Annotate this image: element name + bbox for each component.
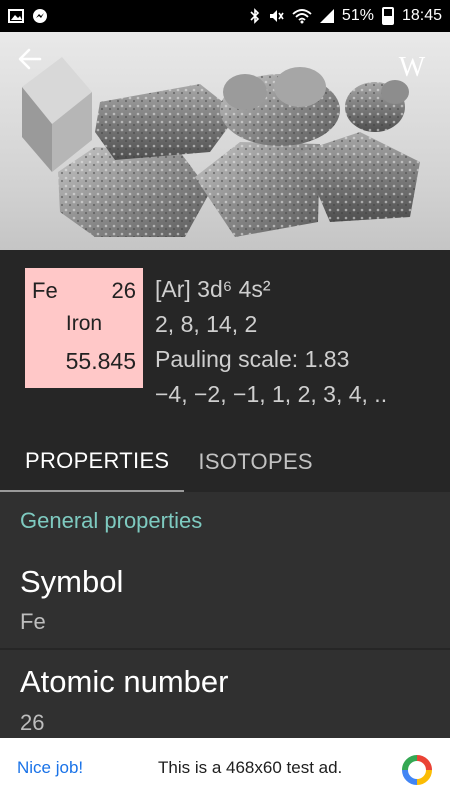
element-summary: Fe 26 Iron 55.845 [Ar] 3d⁶ 4s² 2, 8, 14,… xyxy=(0,250,450,420)
messenger-icon xyxy=(32,8,48,24)
tile-mass: 55.845 xyxy=(65,348,136,374)
mute-icon xyxy=(268,8,284,24)
properties-list: General properties Symbol Fe Atomic numb… xyxy=(0,492,450,738)
wifi-icon xyxy=(292,8,312,24)
wikipedia-button[interactable]: W xyxy=(392,48,432,88)
section-title: General properties xyxy=(20,508,203,533)
bluetooth-icon xyxy=(250,8,260,24)
signal-icon xyxy=(319,9,334,23)
tile-atomic-number: 26 xyxy=(111,278,136,303)
status-left xyxy=(8,8,48,24)
battery-icon xyxy=(381,7,394,25)
property-label: Symbol xyxy=(20,564,124,599)
ad-banner[interactable]: Nice job! This is a 468x60 test ad. xyxy=(0,738,450,800)
property-label: Atomic number xyxy=(20,664,229,699)
status-right: 51% 18:45 xyxy=(250,7,442,25)
electrons-per-shell: 2, 8, 14, 2 xyxy=(155,311,258,337)
status-time: 18:45 xyxy=(401,7,442,24)
tab-properties[interactable]: PROPERTIES xyxy=(0,432,185,492)
wikipedia-icon: W xyxy=(398,52,426,83)
electron-configuration: [Ar] 3d⁶ 4s² xyxy=(155,276,271,302)
element-info: [Ar] 3d⁶ 4s² 2, 8, 14, 2 Pauling scale: … xyxy=(155,272,387,412)
status-bar: 51% 18:45 xyxy=(0,0,450,32)
tile-symbol: Fe xyxy=(32,278,58,303)
ad-label: Nice job! xyxy=(17,758,84,777)
property-value: 26 xyxy=(20,710,45,735)
tab-isotopes[interactable]: ISOTOPES xyxy=(184,432,312,492)
ad-text: This is a 468x60 test ad. xyxy=(158,758,343,777)
gallery-icon xyxy=(8,9,24,23)
battery-percent: 51% xyxy=(341,7,374,24)
tile-name: Iron xyxy=(65,312,103,335)
element-photo: W xyxy=(0,32,450,250)
back-button[interactable] xyxy=(18,48,58,88)
electronegativity: Pauling scale: 1.83 xyxy=(155,346,350,372)
iron-photo-illustration xyxy=(22,57,420,237)
tab-bar: PROPERTIES ISOTOPES xyxy=(0,432,450,492)
property-value: Fe xyxy=(20,609,46,634)
property-atomic-number[interactable]: Atomic number 26 xyxy=(0,650,450,738)
property-symbol[interactable]: Symbol Fe xyxy=(0,554,450,648)
element-tile: Fe 26 Iron 55.845 xyxy=(25,268,143,388)
oxidation-states: −4, −2, −1, 1, 2, 3, 4, .. xyxy=(155,381,388,407)
ad-logo-icon xyxy=(401,754,433,786)
